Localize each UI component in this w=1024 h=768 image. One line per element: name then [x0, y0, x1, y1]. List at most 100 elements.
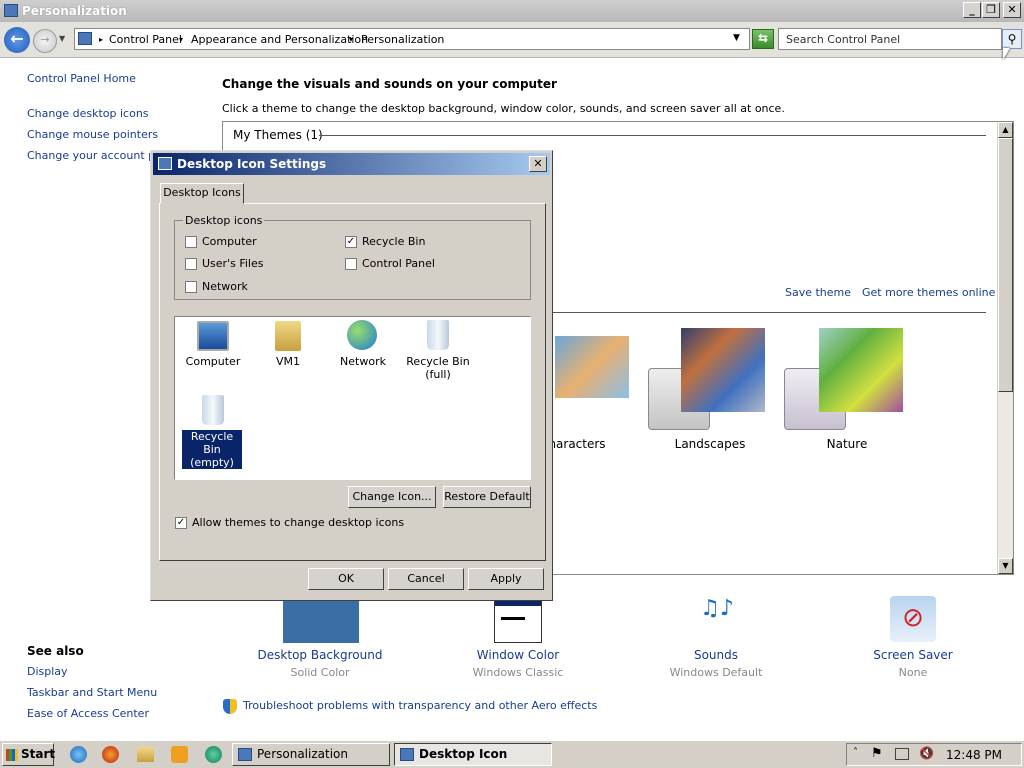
clock[interactable]: 12:48 PM [946, 748, 1002, 762]
window-color-value: Windows Classic [472, 666, 564, 679]
checkbox-label: Recycle Bin [362, 235, 426, 248]
back-icon[interactable]: ← [4, 27, 30, 53]
save-theme-link[interactable]: Save theme [785, 286, 851, 299]
window-color-link[interactable]: Window Color [438, 648, 598, 662]
sounds-icon[interactable]: ♫♪ [692, 596, 742, 642]
sounds-link[interactable]: Sounds [636, 648, 796, 662]
restore-default-button[interactable]: Restore Default [443, 486, 531, 508]
refresh-icon[interactable]: ⇆ [752, 29, 774, 49]
landscapes-theme-thumbnail[interactable] [681, 328, 765, 412]
shield-icon [223, 699, 237, 714]
breadcrumb-appearance[interactable]: Appearance and Personalization [191, 33, 368, 46]
tab-desktop-icons[interactable]: Desktop Icons [160, 183, 244, 204]
forward-icon[interactable]: → [33, 29, 57, 53]
chevron-right-icon[interactable]: ▾ [349, 35, 353, 44]
desktop-icons-group: Desktop icons Computer ✓ Recycle Bin Use… [174, 214, 531, 300]
dialog-close-icon[interactable]: ✕ [529, 156, 547, 172]
recent-pages-chevron-icon[interactable]: ▼ [59, 34, 65, 43]
taskbar-task-desktop-icon-settings[interactable]: Desktop Icon Settings [394, 743, 552, 768]
computer-icon[interactable] [197, 321, 229, 351]
scroll-up-icon[interactable]: ▲ [998, 122, 1013, 138]
desktop-background-swatch[interactable] [283, 598, 359, 643]
computer-checkbox[interactable] [185, 236, 197, 248]
window-color-icon[interactable] [494, 598, 542, 643]
screen-saver-icon[interactable]: ⊘ [890, 596, 936, 642]
maximize-button[interactable]: ❐ [982, 2, 1000, 18]
icon-label: VM1 [275, 355, 300, 368]
dialog-title: Desktop Icon Settings [177, 157, 327, 171]
taskbar-task-personalization[interactable]: Personalization [232, 743, 390, 766]
recycle-bin-empty-icon[interactable] [202, 395, 224, 425]
group-label: Desktop icons [183, 214, 265, 227]
icon-label-selected: Recycle Bin (empty) [181, 429, 243, 470]
user-folder-icon[interactable] [275, 321, 301, 351]
breadcrumb-control-panel[interactable]: Control Panel [109, 33, 182, 46]
change-icon-button[interactable]: Change Icon... [348, 486, 436, 508]
scroll-down-icon[interactable]: ▼ [998, 558, 1013, 574]
screen-saver-link[interactable]: Screen Saver [833, 648, 993, 662]
control-panel-checkbox[interactable] [345, 258, 357, 270]
checkbox-label: Computer [202, 235, 257, 248]
change-mouse-pointers-link[interactable]: Change mouse pointers [27, 128, 158, 141]
characters-theme-thumbnail[interactable] [555, 336, 629, 398]
mouse-cursor [1003, 48, 1010, 60]
theme-label: Nature [826, 437, 868, 451]
search-icon[interactable]: ⚲ [1002, 29, 1022, 49]
internet-explorer-icon[interactable] [70, 746, 87, 763]
network-tray-icon[interactable] [895, 748, 909, 760]
dialog-titlebar: Desktop Icon Settings ✕ [153, 153, 550, 175]
checkbox-label: Allow themes to change desktop icons [192, 516, 405, 529]
chevron-right-icon[interactable]: ▾ [179, 35, 183, 44]
search-placeholder: Search Control Panel [786, 33, 901, 46]
scroll-thumb[interactable] [998, 138, 1013, 392]
display-link[interactable]: Display [27, 665, 68, 678]
checkbox-label: Network [202, 280, 248, 293]
change-account-picture-link[interactable]: Change your account pict [27, 149, 169, 162]
nature-theme-thumbnail[interactable] [819, 328, 903, 412]
ease-of-access-link[interactable]: Ease of Access Center [27, 707, 149, 720]
firefox-icon[interactable] [102, 746, 119, 763]
checkbox-label: User's Files [202, 257, 264, 270]
chevron-right-icon[interactable]: ▸ [99, 35, 103, 44]
allow-themes-checkbox[interactable]: ✓ [175, 517, 187, 529]
apply-button[interactable]: Apply [468, 568, 544, 590]
control-panel-icon [400, 748, 414, 761]
troubleshoot-link[interactable]: Troubleshoot problems with transparency … [243, 699, 597, 712]
window-title: Personalization [22, 4, 127, 18]
address-dropdown-icon[interactable]: ▼ [733, 33, 740, 43]
control-panel-icon [78, 32, 92, 45]
search-input[interactable]: Search Control Panel [778, 28, 1002, 50]
volume-muted-icon[interactable]: 🔇 [919, 746, 934, 760]
minimize-button[interactable]: _ [963, 2, 981, 18]
icon-list[interactable]: Computer VM1 Network Recycle Bin (full) … [174, 316, 531, 480]
get-more-themes-link[interactable]: Get more themes online [862, 286, 995, 299]
my-themes-heading: My Themes (1) [233, 128, 327, 142]
taskbar-start-menu-link[interactable]: Taskbar and Start Menu [27, 686, 157, 699]
ok-button[interactable]: OK [308, 568, 384, 590]
app-icon[interactable] [205, 746, 222, 763]
recycle-bin-full-icon[interactable] [427, 320, 449, 350]
network-checkbox[interactable] [185, 281, 197, 293]
theme-label: Landscapes [674, 437, 746, 451]
icon-label: Computer [185, 355, 241, 368]
desktop-background-value: Solid Color [290, 666, 350, 679]
dialog-icon [158, 157, 172, 170]
network-icon[interactable] [347, 320, 377, 350]
desktop-background-link[interactable]: Desktop Background [240, 648, 400, 662]
recycle-bin-checkbox[interactable]: ✓ [345, 236, 357, 248]
window-titlebar: Personalization _ ❐ ✕ [0, 0, 1024, 22]
show-hidden-icons-chevron-icon[interactable]: ˄ [853, 747, 858, 758]
users-files-checkbox[interactable] [185, 258, 197, 270]
close-button[interactable]: ✕ [1003, 2, 1021, 18]
media-player-icon[interactable] [171, 746, 188, 763]
start-button[interactable]: Start [2, 743, 55, 766]
control-panel-home-link[interactable]: Control Panel Home [27, 72, 136, 85]
control-panel-icon [4, 4, 18, 17]
action-center-flag-icon[interactable]: ⚑ [871, 746, 883, 761]
folder-icon[interactable] [137, 747, 154, 762]
change-desktop-icons-link[interactable]: Change desktop icons [27, 107, 149, 120]
cancel-button[interactable]: Cancel [388, 568, 464, 590]
breadcrumb[interactable]: ▸ Control Panel ▾ Appearance and Persona… [74, 28, 750, 50]
breadcrumb-personalization[interactable]: Personalization [361, 33, 444, 46]
scrollbar[interactable]: ▲ ▼ [997, 122, 1013, 574]
